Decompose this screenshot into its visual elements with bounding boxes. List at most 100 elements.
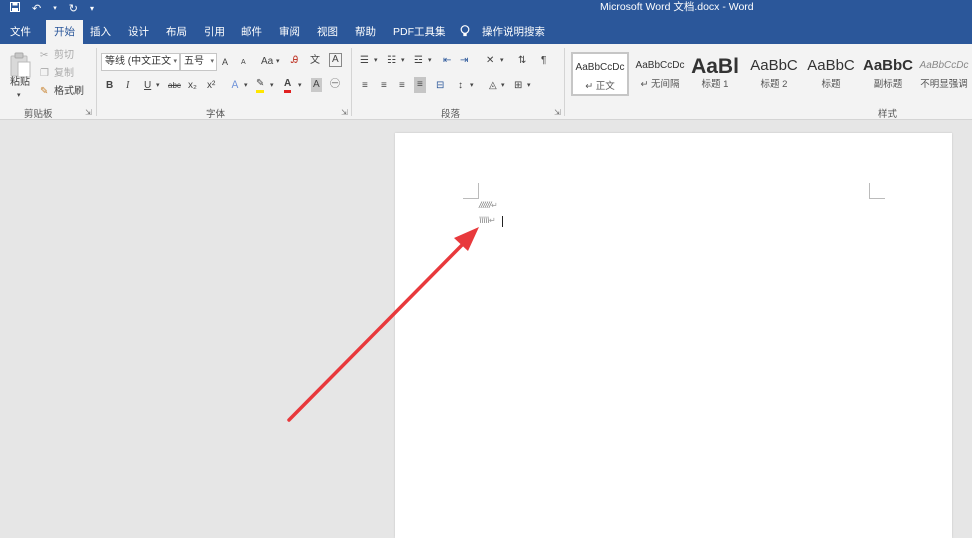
cut-button[interactable]: 剪切: [54, 49, 74, 63]
strikethrough-button[interactable]: abc: [168, 79, 181, 93]
font-color-icon[interactable]: A: [284, 78, 292, 93]
grow-font-button[interactable]: A: [222, 55, 228, 69]
change-case-button[interactable]: Aa: [261, 55, 273, 69]
style-no-spacing[interactable]: AaBbCcDc ↵ 无间隔: [631, 52, 689, 96]
tab-design[interactable]: 设计: [128, 18, 149, 44]
show-paragraph-marks-icon[interactable]: ¶: [541, 54, 546, 68]
tab-layout[interactable]: 布局: [166, 18, 187, 44]
document-line-1[interactable]: //////↵: [479, 200, 498, 210]
font-size-combo[interactable]: 五号 ▾: [180, 53, 217, 71]
shading-dropdown-icon[interactable]: ▾: [501, 79, 505, 93]
decrease-indent-icon[interactable]: ⇤: [443, 54, 451, 68]
tab-review[interactable]: 审阅: [279, 18, 300, 44]
style-sample: AaBbC: [750, 57, 798, 74]
format-painter-button[interactable]: 格式刷: [54, 85, 84, 99]
justify-icon[interactable]: ≡: [414, 77, 426, 93]
bullets-dropdown-icon[interactable]: ▾: [374, 54, 378, 68]
sort-icon[interactable]: ⇅: [518, 54, 526, 68]
tab-references[interactable]: 引用: [204, 18, 225, 44]
chinese-layout-icon[interactable]: ✕: [486, 54, 494, 68]
ribbon-home: 粘贴 ▾ ✂ 剪切 ❐ 复制 ✎ 格式刷 剪贴板 ⇲ 等线 (中文正文 ▾ 五号…: [0, 44, 972, 120]
paragraph-mark: ↵: [491, 201, 498, 210]
ribbon-tabs: 文件 开始 插入 设计 布局 引用 邮件 审阅 视图 帮助 PDF工具集 操作说…: [0, 18, 972, 44]
multilevel-dropdown-icon[interactable]: ▾: [428, 54, 432, 68]
lightbulb-icon[interactable]: [460, 25, 470, 37]
line-1-text: //////: [479, 200, 492, 210]
highlight-color-icon[interactable]: ✎: [256, 78, 265, 93]
underline-button[interactable]: U: [144, 79, 151, 93]
multilevel-list-icon[interactable]: ☲: [414, 54, 423, 68]
document-line-2[interactable]: \\\\\↵: [479, 215, 496, 225]
font-launcher-icon[interactable]: ⇲: [341, 108, 348, 117]
numbering-dropdown-icon[interactable]: ▾: [401, 54, 405, 68]
bullets-icon[interactable]: ☰: [360, 54, 369, 68]
font-name-dropdown-icon[interactable]: ▾: [173, 54, 177, 70]
tab-view[interactable]: 视图: [317, 18, 338, 44]
format-painter-icon[interactable]: ✎: [40, 85, 48, 99]
undo-dropdown-icon[interactable]: ▾: [53, 0, 57, 18]
tab-home[interactable]: 开始: [46, 20, 83, 44]
styles-group-label: 样式: [878, 109, 898, 120]
italic-button[interactable]: I: [126, 79, 129, 93]
style-subtle-emphasis[interactable]: AaBbCcDc 不明显强调: [916, 52, 972, 96]
style-title[interactable]: AaBbC 标题: [802, 52, 860, 96]
copy-icon[interactable]: ❐: [40, 67, 49, 81]
tab-mailings[interactable]: 邮件: [241, 18, 262, 44]
character-shading-icon[interactable]: A: [311, 78, 322, 92]
align-center-icon[interactable]: ≡: [381, 79, 387, 93]
distributed-icon[interactable]: ⊟: [436, 79, 444, 93]
font-name-combo[interactable]: 等线 (中文正文 ▾: [101, 53, 180, 71]
font-size-dropdown-icon[interactable]: ▾: [210, 54, 214, 70]
phonetic-guide-icon[interactable]: 文: [310, 54, 320, 68]
window-title: Microsoft Word 文档.docx - Word: [600, 1, 754, 13]
tab-file[interactable]: 文件: [10, 18, 31, 44]
document-page[interactable]: //////↵ \\\\\↵: [395, 133, 952, 538]
chinese-layout-dropdown-icon[interactable]: ▾: [500, 54, 504, 68]
borders-icon[interactable]: ⊞: [514, 79, 522, 93]
style-heading-2[interactable]: AaBbC 标题 2: [745, 52, 803, 96]
style-normal[interactable]: AaBbCcDc ↵ 正文: [571, 52, 629, 96]
redo-icon[interactable]: ↻: [69, 0, 78, 18]
tab-insert[interactable]: 插入: [90, 18, 111, 44]
borders-dropdown-icon[interactable]: ▾: [527, 79, 531, 93]
tab-pdf-tools[interactable]: PDF工具集: [393, 18, 446, 44]
font-color-dropdown-icon[interactable]: ▾: [298, 79, 302, 93]
clipboard-launcher-icon[interactable]: ⇲: [85, 108, 92, 117]
line-spacing-dropdown-icon[interactable]: ▾: [470, 79, 474, 93]
style-heading-1[interactable]: AaBl 标题 1: [688, 52, 742, 96]
enclose-characters-icon[interactable]: ㊀: [330, 78, 340, 92]
style-subtitle[interactable]: AaBbC 副标题: [859, 52, 917, 96]
numbering-icon[interactable]: ☷: [387, 54, 396, 68]
tell-me-search[interactable]: 操作说明搜索: [482, 18, 545, 44]
align-left-icon[interactable]: ≡: [362, 79, 368, 93]
style-name: ↵ 无间隔: [640, 79, 680, 90]
shrink-font-button[interactable]: A: [241, 56, 246, 70]
character-border-icon[interactable]: A: [329, 53, 342, 67]
save-icon[interactable]: [10, 0, 20, 18]
highlight-dropdown-icon[interactable]: ▾: [270, 79, 274, 93]
customize-qat-icon[interactable]: ▾: [90, 0, 94, 18]
superscript-button[interactable]: x²: [207, 79, 215, 93]
bold-button[interactable]: B: [106, 79, 113, 93]
undo-icon[interactable]: ↶: [32, 0, 41, 18]
paste-button[interactable]: 粘贴: [10, 76, 30, 90]
paste-dropdown-icon[interactable]: ▾: [17, 89, 21, 103]
cut-icon[interactable]: ✂: [40, 49, 48, 63]
quick-access-toolbar: ↶ ▾ ↻ ▾: [10, 0, 94, 18]
tab-help[interactable]: 帮助: [355, 18, 376, 44]
paragraph-launcher-icon[interactable]: ⇲: [554, 108, 561, 117]
copy-button[interactable]: 复制: [54, 67, 74, 81]
subscript-button[interactable]: x₂: [188, 79, 197, 93]
text-effects-dropdown-icon[interactable]: ▾: [244, 79, 248, 93]
paste-icon[interactable]: [9, 52, 31, 78]
clipboard-group-label: 剪贴板: [24, 109, 53, 120]
style-sample: AaBbCcDc: [575, 62, 625, 73]
increase-indent-icon[interactable]: ⇥: [460, 54, 468, 68]
change-case-dropdown-icon[interactable]: ▾: [276, 55, 280, 69]
align-right-icon[interactable]: ≡: [399, 79, 405, 93]
shading-icon[interactable]: ◬: [489, 79, 497, 93]
text-effects-icon[interactable]: Ａ: [230, 79, 240, 93]
clear-formatting-icon[interactable]: Ꭿ: [291, 54, 298, 68]
underline-dropdown-icon[interactable]: ▾: [156, 79, 160, 93]
line-spacing-icon[interactable]: ↕: [458, 79, 463, 93]
